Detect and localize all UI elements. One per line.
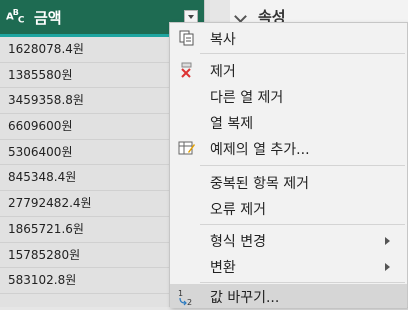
column-name: 금액 [34, 9, 62, 27]
menu-item-label: 오류 제거 [210, 202, 266, 218]
text-type-icon[interactable]: ABC [6, 8, 24, 25]
menu-item-remove-duplicates[interactable]: 중복된 항목 제거 [170, 170, 407, 194]
menu-separator [200, 282, 405, 283]
menu-item-label: 중복된 항목 제거 [210, 176, 310, 192]
remove-column-icon [178, 62, 196, 78]
menu-item-label: 다른 열 제거 [210, 90, 284, 106]
menu-item-copy[interactable]: 복사 [170, 26, 407, 50]
submenu-arrow-icon [385, 237, 390, 245]
menu-separator [200, 165, 405, 166]
svg-text:2: 2 [187, 298, 192, 306]
column-from-examples-icon [178, 140, 196, 156]
menu-item-duplicate-column[interactable]: 열 복제 [170, 110, 407, 134]
menu-separator [200, 224, 405, 225]
menu-item-label: 열 복제 [210, 116, 254, 132]
context-menu: 복사 제거 다른 열 제거 열 복제 예제의 열 추가... 중복된 항목 제거… [169, 22, 408, 308]
copy-icon [178, 30, 196, 46]
svg-text:1: 1 [178, 289, 183, 298]
menu-item-label: 형식 변경 [210, 234, 266, 250]
menu-item-remove[interactable]: 제거 [170, 58, 407, 82]
menu-item-label: 변환 [210, 260, 236, 276]
menu-item-label: 값 바꾸기... [210, 290, 280, 306]
menu-item-remove-other-columns[interactable]: 다른 열 제거 [170, 84, 407, 108]
menu-item-column-from-examples[interactable]: 예제의 열 추가... [170, 136, 407, 160]
menu-item-label: 제거 [210, 64, 236, 80]
replace-values-icon: 1 2 [178, 288, 196, 307]
menu-separator [200, 53, 405, 54]
submenu-arrow-icon [385, 263, 390, 271]
menu-item-label: 복사 [210, 32, 236, 48]
menu-item-label: 예제의 열 추가... [210, 142, 310, 158]
menu-item-replace-values[interactable]: 1 2 값 바꾸기... [170, 284, 407, 308]
menu-item-transform[interactable]: 변환 [170, 254, 407, 278]
menu-item-remove-errors[interactable]: 오류 제거 [170, 196, 407, 220]
menu-item-change-type[interactable]: 형식 변경 [170, 228, 407, 252]
